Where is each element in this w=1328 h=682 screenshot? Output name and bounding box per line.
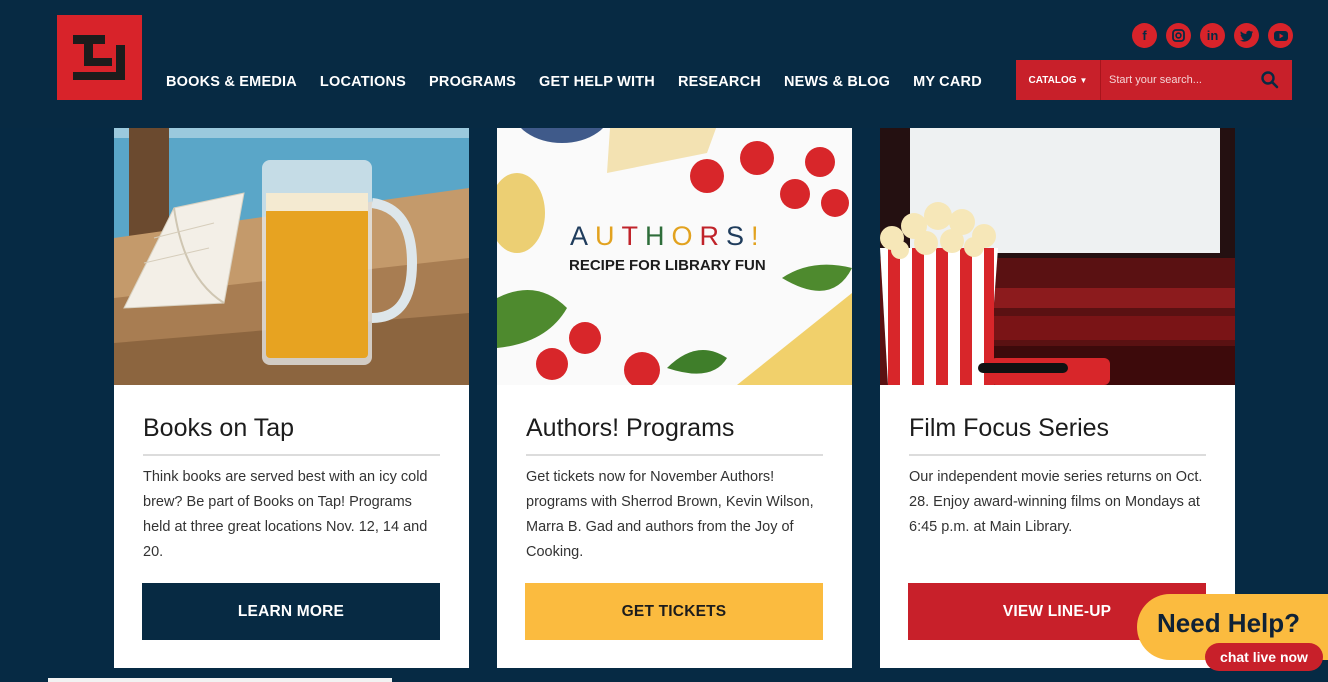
main-nav: BOOKS & EMEDIA LOCATIONS PROGRAMS GET HE… [166,74,1005,90]
books-on-tap-image [114,98,469,385]
search-icon[interactable] [1260,70,1280,90]
bottom-strip [48,678,392,682]
authors-image: AUTHORS! RECIPE FOR LIBRARY FUN [497,98,852,385]
twitter-icon[interactable] [1234,23,1259,48]
site-header: BOOKS & EMEDIA LOCATIONS PROGRAMS GET HE… [0,0,1328,128]
catalog-label: CATALOG [1028,74,1077,86]
card-film-focus-series: Film Focus Series Our independent movie … [880,98,1235,668]
catalog-dropdown[interactable]: CATALOG ▼ [1016,60,1101,100]
chevron-down-icon: ▼ [1079,75,1088,85]
card-description: Think books are served best with an icy … [143,469,428,560]
nav-locations[interactable]: LOCATIONS [320,74,406,90]
youtube-icon[interactable] [1268,23,1293,48]
learn-more-button[interactable]: LEARN MORE [142,583,440,640]
nav-get-help-with[interactable]: GET HELP WITH [539,74,655,90]
logo-mark-icon [73,35,125,80]
divider [526,454,823,456]
card-authors-programs: AUTHORS! RECIPE FOR LIBRARY FUN Authors!… [497,98,852,668]
card-title: Film Focus Series [909,414,1110,442]
card-title: Books on Tap [143,414,295,442]
divider [909,454,1206,456]
catalog-search: CATALOG ▼ [1016,60,1292,100]
instagram-icon[interactable] [1166,23,1191,48]
image-subheading: RECIPE FOR LIBRARY FUN [569,257,766,274]
need-help-text[interactable]: Need Help? [1157,608,1300,639]
nav-research[interactable]: RESEARCH [678,74,761,90]
card-description: Our independent movie series returns on … [909,469,1203,535]
nav-programs[interactable]: PROGRAMS [429,74,516,90]
card-description: Get tickets now for November Authors! pr… [526,469,814,560]
image-heading: AUTHORS! [570,221,766,251]
film-focus-image [880,98,1235,385]
image-letter-a: A [570,221,595,251]
nav-my-card[interactable]: MY CARD [913,74,982,90]
divider [143,454,440,456]
linkedin-icon[interactable]: in [1200,23,1225,48]
search-input[interactable] [1101,73,1251,87]
library-logo[interactable] [57,15,142,100]
card-title: Authors! Programs [526,414,735,442]
nav-books-emedia[interactable]: BOOKS & EMEDIA [166,74,297,90]
chat-live-button[interactable]: chat live now [1205,643,1323,671]
social-links: f in [1132,23,1293,48]
facebook-icon[interactable]: f [1132,23,1157,48]
nav-news-blog[interactable]: NEWS & BLOG [784,74,890,90]
card-books-on-tap: Books on Tap Think books are served best… [114,98,469,668]
need-help-widget[interactable]: Need Help? chat live now [1137,594,1328,682]
get-tickets-button[interactable]: GET TICKETS [525,583,823,640]
